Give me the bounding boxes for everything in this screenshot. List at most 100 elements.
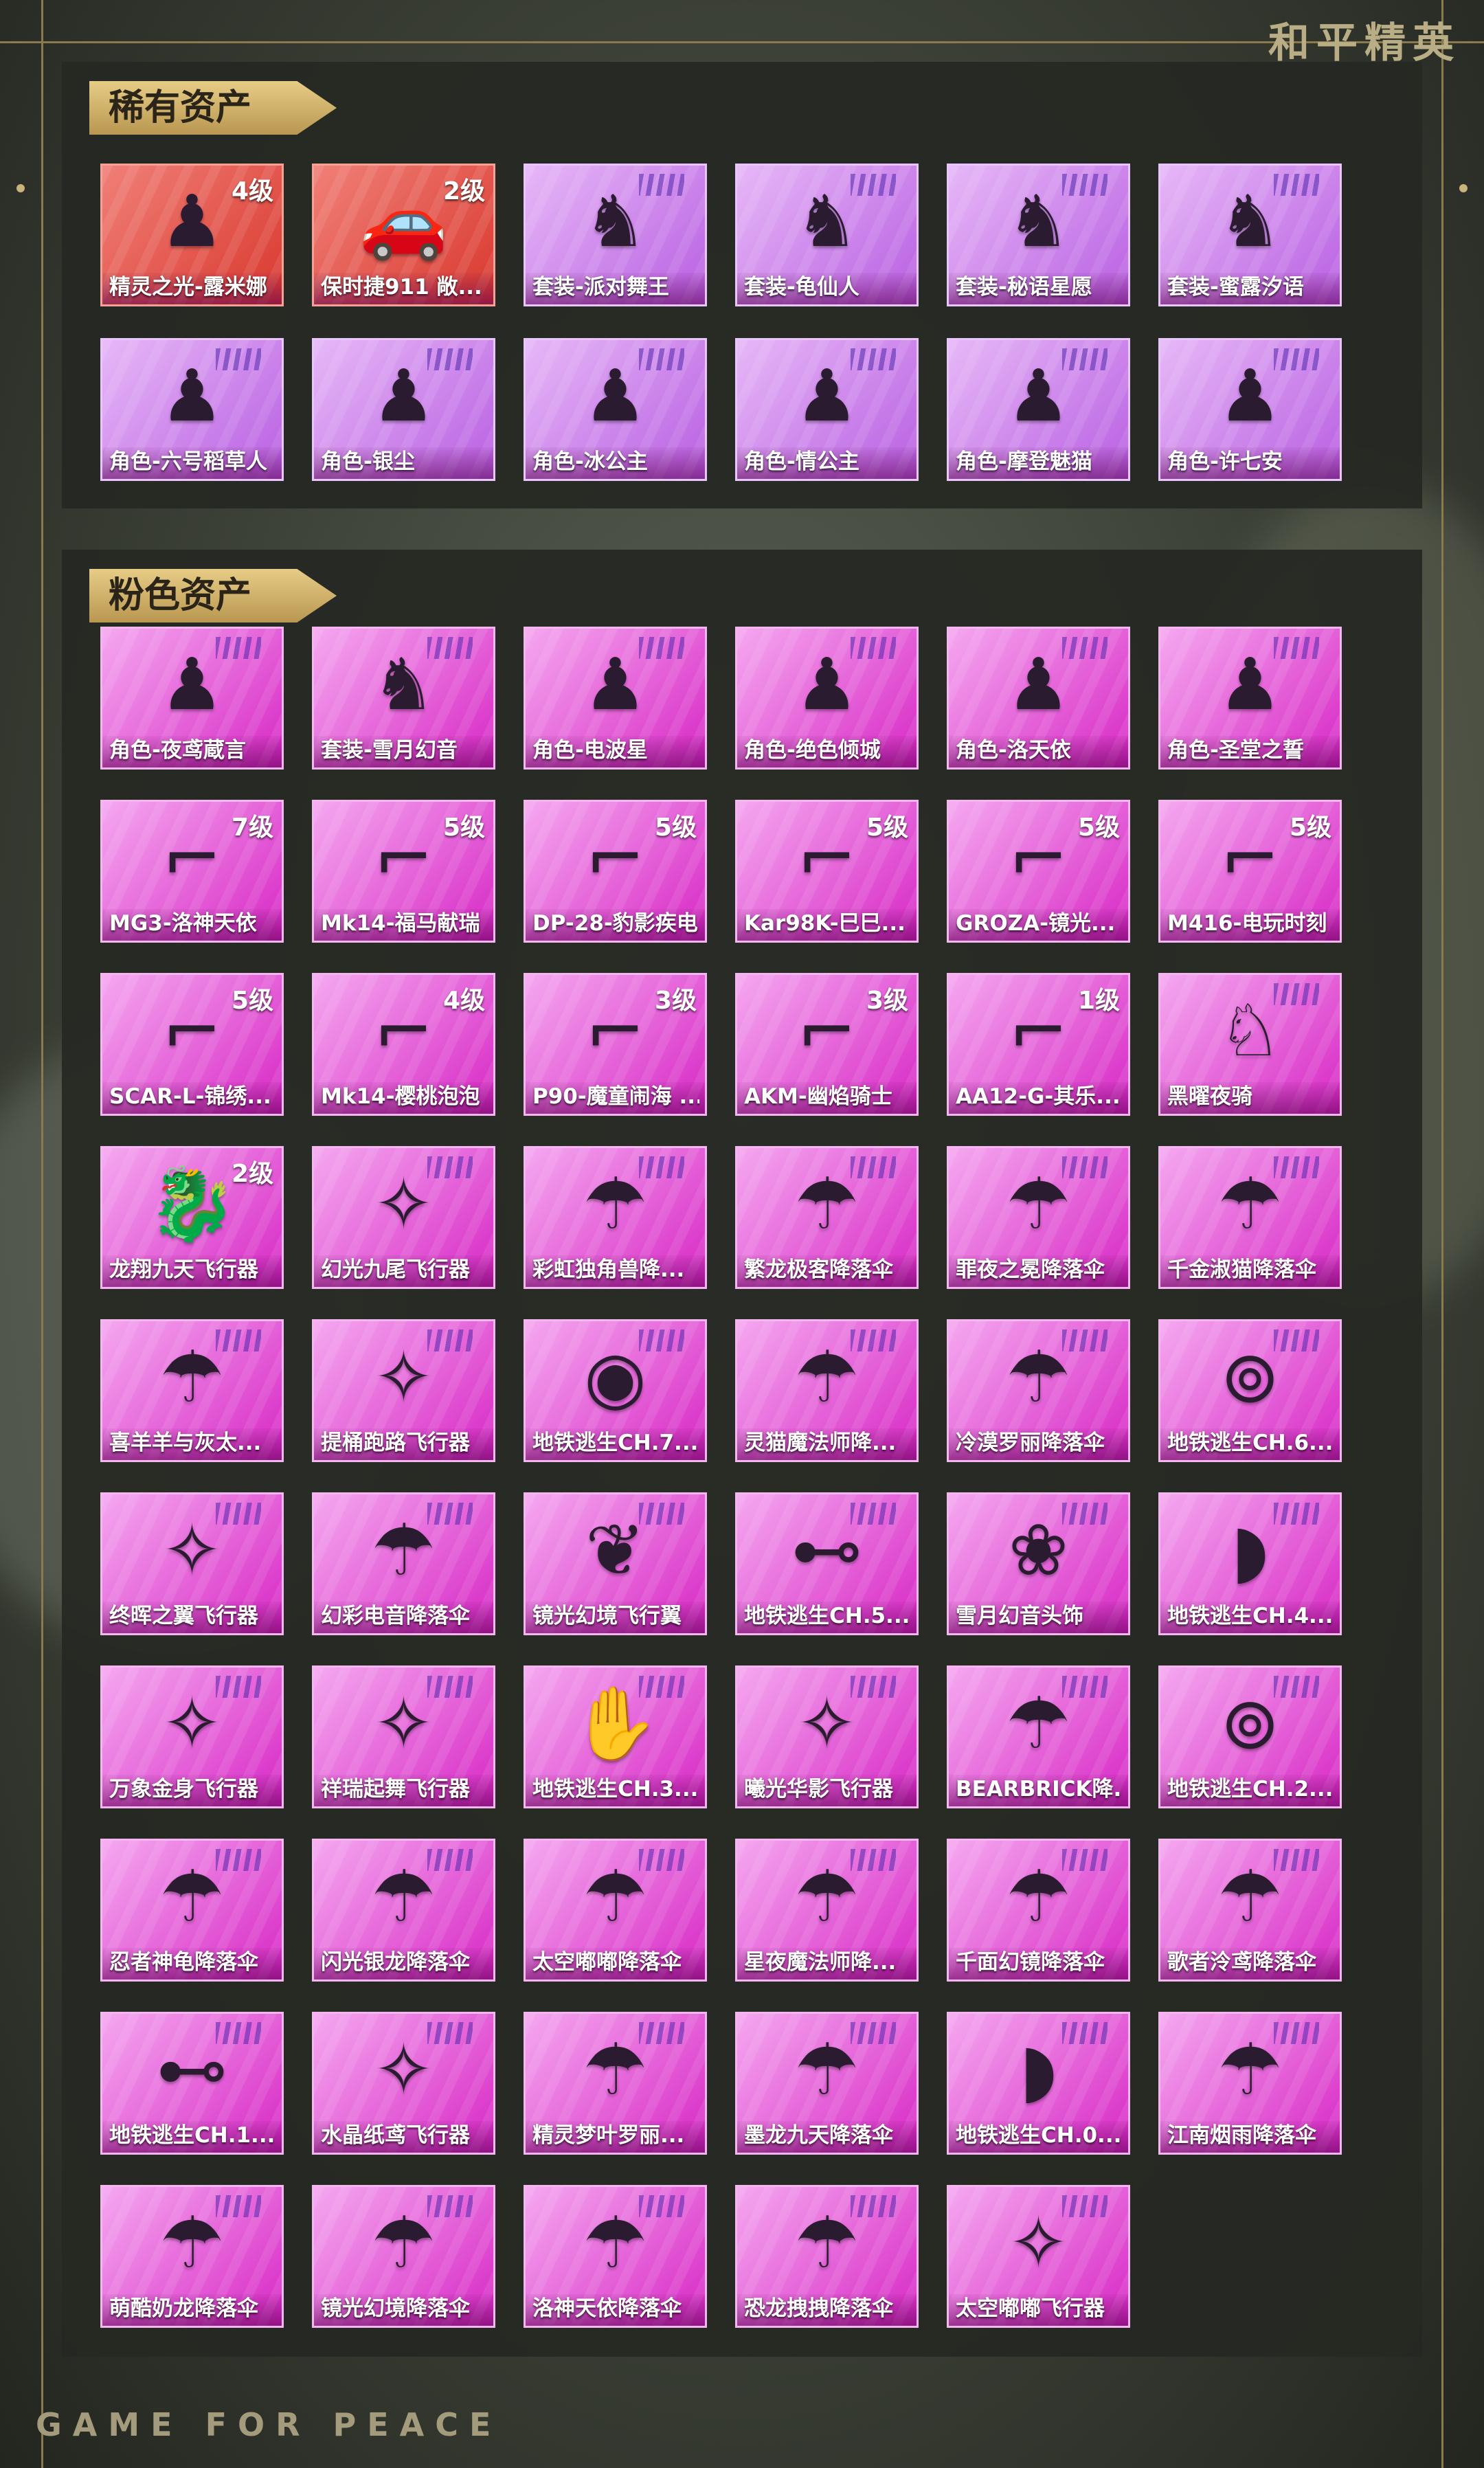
asset-card[interactable]: ⊚ 地铁逃生CH.2... [1158, 1665, 1342, 1808]
asset-card[interactable]: 2级 🚗 保时捷911 敞... [312, 164, 495, 306]
asset-card[interactable]: ☂ 江南烟雨降落伞 [1158, 2012, 1342, 2155]
asset-card[interactable]: ☂ 千金淑猫降落伞 [1158, 1146, 1342, 1289]
asset-card[interactable]: ♟ 角色-许七安 [1158, 338, 1342, 481]
frame-line-top [0, 41, 1484, 43]
asset-name: 地铁逃生CH.6... [1167, 1431, 1334, 1455]
asset-card[interactable]: ✧ 祥瑞起舞飞行器 [312, 1665, 495, 1808]
asset-card[interactable]: ☂ 冷漠罗丽降落伞 [947, 1319, 1130, 1462]
rarity-bars-icon [1062, 1503, 1108, 1525]
asset-name: 江南烟雨降落伞 [1167, 2123, 1316, 2148]
asset-card[interactable]: ♞ 套装-派对舞王 [524, 164, 707, 306]
asset-name: Mk14-樱桃泡泡 [321, 1084, 480, 1109]
asset-card[interactable]: ☂ 萌酷奶龙降落伞 [100, 2185, 284, 2328]
asset-card[interactable]: ❦ 镜光幻境飞行翼 [524, 1492, 707, 1635]
asset-name: M416-电玩时刻 [1167, 911, 1327, 936]
asset-card[interactable]: ✧ 太空嘟嘟飞行器 [947, 2185, 1130, 2328]
asset-card[interactable]: ✋ 地铁逃生CH.3... [524, 1665, 707, 1808]
asset-name: 角色-银尘 [321, 449, 415, 474]
asset-card[interactable]: ♞ 套装-秘语星愿 [947, 164, 1130, 306]
rarity-bars-icon [216, 1503, 261, 1525]
asset-card[interactable]: ◗ 地铁逃生CH.4... [1158, 1492, 1342, 1635]
asset-card[interactable]: ☂ 太空嘟嘟降落伞 [524, 1839, 707, 1982]
asset-card[interactable]: ⊚ 地铁逃生CH.6... [1158, 1319, 1342, 1462]
asset-card[interactable]: ♟ 角色-情公主 [735, 338, 919, 481]
asset-card[interactable]: ☂ 洛神天依降落伞 [524, 2185, 707, 2328]
asset-card[interactable]: ✧ 曦光华影飞行器 [735, 1665, 919, 1808]
parachute-icon: ☂ [583, 2201, 648, 2285]
asset-card[interactable]: 5级 ⌐ SCAR-L-锦绣... [100, 973, 284, 1116]
asset-card[interactable]: ☂ 恐龙拽拽降落伞 [735, 2185, 919, 2328]
asset-card[interactable]: ⊷ 地铁逃生CH.1... [100, 2012, 284, 2155]
asset-card[interactable]: 7级 ⌐ MG3-洛神天依 [100, 800, 284, 943]
asset-card[interactable]: 3级 ⌐ AKM-幽焰骑士 [735, 973, 919, 1116]
asset-name: 地铁逃生CH.5... [744, 1604, 910, 1628]
face-mask-icon: ◗ [1231, 1508, 1269, 1592]
asset-card[interactable]: ♞ 套装-蜜露汐语 [1158, 164, 1342, 306]
asset-card[interactable]: ♟ 角色-圣堂之誓 [1158, 627, 1342, 770]
asset-name: 地铁逃生CH.2... [1167, 1777, 1334, 1802]
asset-card[interactable]: 5级 ⌐ DP-28-豹影疾电 [524, 800, 707, 943]
asset-card[interactable]: ☂ 星夜魔法师降... [735, 1839, 919, 1982]
asset-card[interactable]: ☂ 闪光银龙降落伞 [312, 1839, 495, 1982]
asset-card[interactable]: ♟ 角色-摩登魅猫 [947, 338, 1130, 481]
rarity-bars-icon [216, 1676, 261, 1698]
parachute-icon: ☂ [794, 2201, 859, 2285]
asset-card[interactable]: 4级 ♟ 精灵之光-露米娜 [100, 164, 284, 306]
asset-card[interactable]: ♞ 套装-雪月幻音 [312, 627, 495, 770]
asset-name: 墨龙九天降落伞 [744, 2123, 893, 2148]
asset-card[interactable]: ◉ 地铁逃生CH.7... [524, 1319, 707, 1462]
pink-assets-panel: 粉色资产 ♟ 角色-夜鸢蔵言 ♞ 套装-雪月幻音 ♟ 角色-电波星 ♟ 角色-绝色倾城 ♟ 角色-… [62, 550, 1422, 2357]
asset-card[interactable]: ☂ 忍者神龟降落伞 [100, 1839, 284, 1982]
level-badge: 7级 [231, 814, 273, 842]
rarity-bars-icon [427, 1676, 473, 1698]
asset-card[interactable]: 1级 ⌐ AA12-G-其乐... [947, 973, 1130, 1116]
asset-card[interactable]: ♟ 角色-银尘 [312, 338, 495, 481]
asset-card[interactable]: ♟ 角色-夜鸢蔵言 [100, 627, 284, 770]
asset-card[interactable]: 5级 ⌐ Kar98K-巳巳... [735, 800, 919, 943]
asset-card[interactable]: ♟ 角色-洛天依 [947, 627, 1130, 770]
parachute-icon: ☂ [583, 1162, 648, 1246]
asset-card[interactable]: ☂ 幻彩电音降落伞 [312, 1492, 495, 1635]
asset-card[interactable]: ☂ 彩虹独角兽降... [524, 1146, 707, 1289]
goggles-icon: ◉ [584, 1335, 647, 1419]
asset-name: 地铁逃生CH.4... [1167, 1604, 1334, 1628]
asset-card[interactable]: ♘ 黑曜夜骑 [1158, 973, 1342, 1116]
asset-card[interactable]: 5级 ⌐ M416-电玩时刻 [1158, 800, 1342, 943]
asset-card[interactable]: ☂ 罪夜之冕降落伞 [947, 1146, 1130, 1289]
outfit-icon: ♞ [1217, 179, 1283, 263]
asset-name: 提桶跑路飞行器 [321, 1431, 470, 1455]
footer-brand-text: GAME FOR PEACE [36, 2406, 502, 2443]
asset-card[interactable]: ♟ 角色-电波星 [524, 627, 707, 770]
level-badge: 2级 [231, 1160, 273, 1188]
asset-card[interactable]: ⊷ 地铁逃生CH.5... [735, 1492, 919, 1635]
asset-card[interactable]: ✧ 万象金身飞行器 [100, 1665, 284, 1808]
asset-card[interactable]: ☂ 墨龙九天降落伞 [735, 2012, 919, 2155]
asset-card[interactable]: ☂ 镜光幻境降落伞 [312, 2185, 495, 2328]
level-badge: 3级 [654, 987, 697, 1015]
gun-icon: ⌐ [373, 989, 434, 1073]
asset-card[interactable]: ☂ BEARBRICK降... [947, 1665, 1130, 1808]
asset-card[interactable]: ✧ 幻光九尾飞行器 [312, 1146, 495, 1289]
asset-card[interactable]: ✧ 终晖之翼飞行器 [100, 1492, 284, 1635]
asset-card[interactable]: 5级 ⌐ GROZA-镜光... [947, 800, 1130, 943]
asset-card[interactable]: 2级 🐉 龙翔九天飞行器 [100, 1146, 284, 1289]
asset-card[interactable]: ◗ 地铁逃生CH.0... [947, 2012, 1130, 2155]
asset-name: BEARBRICK降... [956, 1777, 1123, 1802]
asset-name: AA12-G-其乐... [956, 1084, 1121, 1109]
asset-card[interactable]: ✧ 提桶跑路飞行器 [312, 1319, 495, 1462]
asset-card[interactable]: ♟ 角色-冰公主 [524, 338, 707, 481]
asset-card[interactable]: 4级 ⌐ Mk14-樱桃泡泡 [312, 973, 495, 1116]
asset-card[interactable]: ✧ 水晶纸鸢飞行器 [312, 2012, 495, 2155]
asset-card[interactable]: ☂ 喜羊羊与灰太... [100, 1319, 284, 1462]
asset-card[interactable]: ♞ 套装-龟仙人 [735, 164, 919, 306]
asset-card[interactable]: ☂ 灵猫魔法师降... [735, 1319, 919, 1462]
asset-card[interactable]: ♟ 角色-六号稻草人 [100, 338, 284, 481]
asset-card[interactable]: 3级 ⌐ P90-魔童闹海 ... [524, 973, 707, 1116]
asset-card[interactable]: ❀ 雪月幻音头饰 [947, 1492, 1130, 1635]
asset-card[interactable]: ☂ 千面幻镜降落伞 [947, 1839, 1130, 1982]
asset-card[interactable]: ☂ 繁龙极客降落伞 [735, 1146, 919, 1289]
asset-card[interactable]: ☂ 精灵梦叶罗丽... [524, 2012, 707, 2155]
asset-card[interactable]: ☂ 歌者泠鸢降落伞 [1158, 1839, 1342, 1982]
asset-card[interactable]: ♟ 角色-绝色倾城 [735, 627, 919, 770]
asset-card[interactable]: 5级 ⌐ Mk14-福马献瑞 [312, 800, 495, 943]
